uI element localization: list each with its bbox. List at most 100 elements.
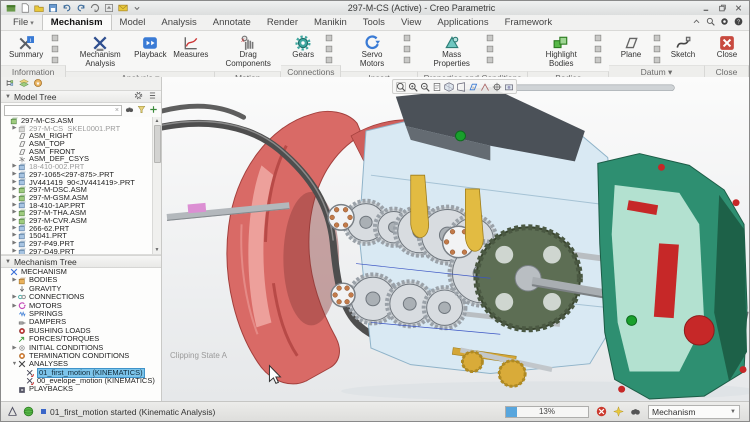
help-icon[interactable]: ? [734,17,743,28]
slot-icon[interactable] [323,55,335,65]
model-tree-header[interactable]: ▼ Model Tree [1,90,161,103]
expander-icon[interactable]: ▶ [11,293,18,301]
settings-gear-icon[interactable] [134,91,143,102]
tree-item-297-m-dsc-asm[interactable]: ▶ 297-M-DSC.ASM [1,186,161,194]
tree-item-297-d49-prt[interactable]: ▶ 297-D49.PRT [1,248,161,254]
tree-item-gravity[interactable]: GRAVITY [1,285,161,293]
filter-funnel-icon[interactable] [137,105,146,116]
tree-item-asm-right[interactable]: ASM_RIGHT [1,132,161,140]
zoom-out-icon[interactable] [419,81,430,92]
save-icon[interactable] [47,3,58,13]
clear-filter-icon[interactable]: × [115,107,119,114]
tree-item-bushing-loads[interactable]: BUSHING LOADS [1,327,161,335]
tree-item-forces-torques[interactable]: FORCES/TORQUES [1,335,161,343]
tree-item-dampers[interactable]: DAMPERS [1,318,161,326]
tab-tools[interactable]: Tools [355,15,393,30]
undo-icon[interactable] [61,3,72,13]
detail-x-icon[interactable] [49,33,61,43]
playback-button[interactable]: Playback [132,32,168,62]
tab-file[interactable]: File ▾ [5,15,42,30]
expander-icon[interactable]: ▶ [11,248,18,254]
tree-item-297-m-cs-asm[interactable]: 297-M-CS.ASM [1,117,161,125]
highlight-bodies-button[interactable]: Highlight Bodies [533,32,589,71]
annotation-display-icon[interactable] [479,81,490,92]
close-button[interactable]: Close [710,32,744,62]
add-plus-icon[interactable] [149,105,158,116]
mechanism-tree-header[interactable]: ▼ Mechanism Tree [1,255,161,268]
list-icon[interactable] [49,44,61,54]
tree-item-connections[interactable]: ▶ CONNECTIONS [1,293,161,301]
tab-mechanism[interactable]: Mechanism [41,14,112,30]
tab-view[interactable]: View [393,15,429,30]
tree-item-asm-front[interactable]: ASM_FRONT [1,148,161,156]
favorites-icon[interactable]: ★ [33,78,43,90]
spin-arrows-icon[interactable] [720,17,729,28]
redo-icon[interactable] [75,3,86,13]
mail-icon[interactable] [117,3,128,13]
regenerate-icon[interactable] [89,3,100,13]
term-cond-icon[interactable] [484,44,496,54]
search-icon[interactable] [706,17,715,28]
measures-button[interactable]: Measures [171,32,210,62]
zoom-fit-icon[interactable] [395,81,406,92]
tree-item-bodies[interactable]: ▶ BODIES [1,276,161,284]
csys-icon[interactable] [651,55,663,65]
tree-item-motors[interactable]: ▶ MOTORS [1,302,161,310]
tree-item-18-410-1ap-prt[interactable]: ▶ 18-410-1AP.PRT [1,202,161,210]
minimize-icon[interactable] [701,4,711,13]
expander-icon[interactable]: ▶ [11,217,18,225]
vertical-scrollbar[interactable]: ▲ ▼ [152,117,161,254]
perspective-icon[interactable] [455,81,466,92]
servo-motors-button[interactable]: Servo Motors [346,32,397,71]
model-sphere-icon[interactable] [22,405,35,418]
expander-icon[interactable]: ▶ [11,202,18,210]
datum-toggle-icon[interactable] [6,405,19,418]
tree-item-297-m-tha-asm[interactable]: ▶ 297-M-THA.ASM [1,209,161,217]
refresh-icon[interactable] [103,3,114,13]
expander-icon[interactable]: ▶ [11,171,18,179]
tree-item-297-p49-prt[interactable]: ▶ 297-P49.PRT [1,240,161,248]
tab-applications[interactable]: Applications [429,15,496,30]
tree-item-297-1065-297-875-prt[interactable]: ▶ 297-1065<297-875>.PRT [1,171,161,179]
datum-display-icon[interactable]: % [467,81,478,92]
tab-manikin[interactable]: Manikin [306,15,355,30]
expander-icon[interactable]: ▶ [11,240,18,248]
body-green-icon[interactable] [592,33,604,43]
expander-icon[interactable]: ▶ [11,344,18,352]
zoom-in-icon[interactable] [407,81,418,92]
expander-icon[interactable]: ▶ [11,209,18,217]
joint-icon[interactable] [401,44,413,54]
app-logo-icon[interactable] [5,3,16,13]
force-motor-icon[interactable] [401,33,413,43]
new-icon[interactable] [19,3,30,13]
tree-item-297-m-gsm-asm[interactable]: ▶ 297-M-GSM.ASM [1,194,161,202]
scroll-up-icon[interactable]: ▲ [155,117,160,125]
point-icon[interactable] [651,44,663,54]
close-icon[interactable] [733,4,743,13]
axis-icon[interactable] [651,33,663,43]
tab-annotate[interactable]: Annotate [205,15,259,30]
tree-item-playbacks[interactable]: PLAYBACKS [1,385,161,393]
tree-item-266-62-prt[interactable]: ▶ 266-62.PRT [1,225,161,233]
tab-render[interactable]: Render [259,15,306,30]
mechanism-analysis-button[interactable]: Mechanism Analysis [71,32,129,71]
tree-item-297-m-cvr-asm[interactable]: ▶ 297-M-CVR.ASM [1,217,161,225]
display-style-icon[interactable] [443,81,454,92]
tree-item-initial-conditions[interactable]: ▶ INITIAL CONDITIONS [1,344,161,352]
qat-more-icon[interactable] [131,3,142,13]
collapse-ribbon-icon[interactable] [692,17,701,28]
tree-item-297-m-cs-skel0001-prt[interactable]: ▶ 297-M-CS_SKEL0001.PRT [1,125,161,133]
expander-icon[interactable]: ▶ [11,194,18,202]
tree-filter-input[interactable]: × [4,104,122,116]
tab-analysis[interactable]: Analysis [153,15,204,30]
init-cond-icon[interactable] [484,33,496,43]
expander-icon[interactable]: ▶ [11,302,18,310]
view-manager-icon[interactable] [503,81,514,92]
mode-dropdown[interactable]: Mechanism ▼ [648,404,740,419]
tree-toggle-icon[interactable] [5,78,15,90]
show-list-icon[interactable] [148,91,157,102]
stop-icon[interactable] [595,405,608,418]
expander-icon[interactable]: ▶ [11,179,18,187]
body-yellow-icon[interactable] [592,55,604,65]
find-binoculars-icon[interactable] [125,105,134,116]
